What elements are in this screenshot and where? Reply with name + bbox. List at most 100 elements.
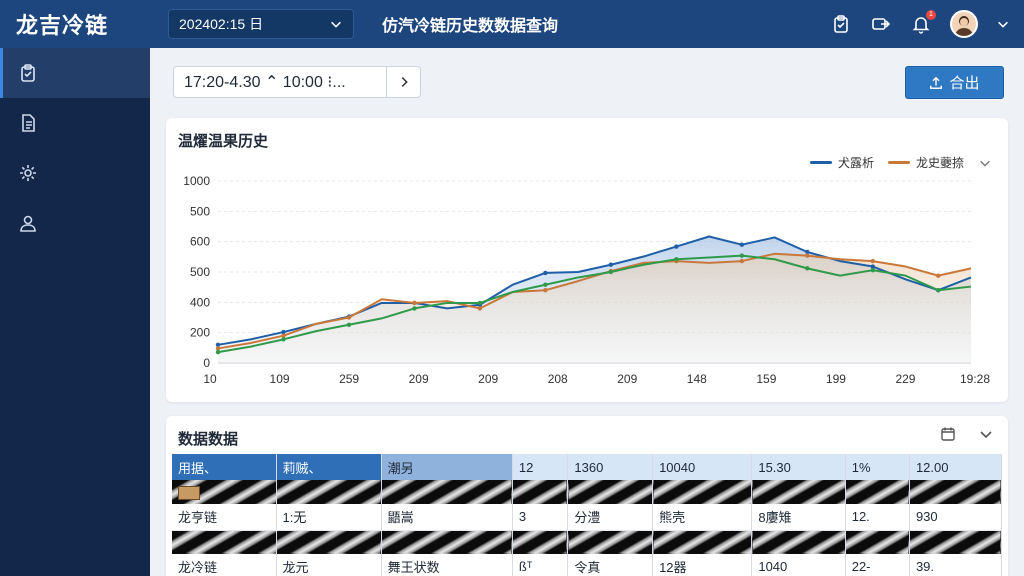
data-point xyxy=(739,242,745,247)
chevron-down-icon xyxy=(331,21,341,28)
table-row[interactable]: 龙冷链 龙元 舞王状数 ßᵀ 令真 12器 1040 22- 39. xyxy=(172,554,1003,576)
y-tick-label: 1000 xyxy=(183,174,210,188)
y-tick-label: 400 xyxy=(190,295,210,309)
table-card: 数据数据 用据、 莉贼、 潮另 12 1360 10040 15.30 1% 1… xyxy=(166,416,1008,576)
data-point xyxy=(805,253,810,258)
y-tick-label: 0 xyxy=(203,356,210,370)
strip-cell xyxy=(276,530,382,554)
strip-cell xyxy=(751,480,846,504)
data-point xyxy=(543,270,548,276)
header-actions: 1 xyxy=(830,0,1010,48)
data-point xyxy=(608,262,614,267)
sidebar-item-settings[interactable] xyxy=(0,148,150,198)
legend-label: 犬露析 xyxy=(837,156,874,170)
sidebar-item-dashboard[interactable] xyxy=(0,48,150,98)
column-header[interactable]: 15.30 xyxy=(751,454,846,480)
export-arrow-icon[interactable] xyxy=(870,13,892,35)
strip-cell xyxy=(276,480,382,504)
chart-title: 温燿温果历史 xyxy=(178,133,269,150)
chevron-down-icon[interactable] xyxy=(978,426,994,442)
column-header[interactable]: 1% xyxy=(845,454,910,480)
column-header[interactable]: 12 xyxy=(512,454,569,480)
export-label: 合出 xyxy=(949,75,980,92)
bell-icon[interactable]: 1 xyxy=(910,10,936,35)
strip-cell xyxy=(172,480,277,504)
calendar-icon[interactable] xyxy=(940,426,956,442)
data-point xyxy=(870,267,875,273)
clipboard-check-icon xyxy=(21,64,35,82)
table-cell: 1040 xyxy=(751,554,846,576)
time-range-text: 17:20-4.30 ⌃ 10:00 ⁝... xyxy=(184,74,346,91)
legend-item-series-2[interactable]: 龙史虁捺 xyxy=(887,154,964,171)
table-cell: 熊壳 xyxy=(652,504,753,531)
table-cell: 8廔雉 xyxy=(751,504,846,531)
table-cell: 龙亨链 xyxy=(172,504,277,531)
strip-cell xyxy=(567,480,654,504)
x-tick-label: 109 xyxy=(270,372,290,386)
time-range-picker[interactable]: 17:20-4.30 ⌃ 10:00 ⁝... xyxy=(173,66,421,98)
x-tick-label: 209 xyxy=(617,372,637,386)
column-header[interactable]: 用据、 xyxy=(172,454,277,480)
upload-icon xyxy=(930,76,943,89)
export-button[interactable]: 合出 xyxy=(905,66,1004,99)
x-tick-label: 159 xyxy=(756,372,776,386)
data-point xyxy=(215,349,221,355)
table-cell: 3 xyxy=(512,504,569,531)
strip-cell xyxy=(172,530,277,554)
sidebar-item-documents[interactable] xyxy=(0,98,150,148)
gear-icon xyxy=(20,165,36,181)
data-point xyxy=(346,315,352,320)
strip-cell xyxy=(381,480,513,504)
strip-cell xyxy=(751,530,846,554)
x-tick-label: 259 xyxy=(339,372,359,386)
column-header[interactable]: 12.00 xyxy=(909,454,1003,480)
data-table: 用据、 莉贼、 潮另 12 1360 10040 15.30 1% 12.00 xyxy=(172,454,1003,576)
data-point xyxy=(739,258,745,264)
image-strip-row xyxy=(172,530,1003,554)
table-cell: 12. xyxy=(845,504,910,531)
strip-cell xyxy=(512,480,569,504)
column-header[interactable]: 1360 xyxy=(567,454,654,480)
table-cell: 930 xyxy=(909,504,1003,531)
data-point xyxy=(674,257,679,262)
clipboard-icon[interactable] xyxy=(830,13,852,35)
date-select[interactable]: 202402:15 日 xyxy=(168,9,354,39)
next-range-button[interactable] xyxy=(386,67,420,97)
avatar[interactable] xyxy=(950,10,978,38)
data-point xyxy=(739,253,745,258)
table-cell: 12器 xyxy=(652,554,753,576)
data-point xyxy=(543,288,548,293)
date-select-value: 202402:15 日 xyxy=(179,16,264,32)
table-cell: 舞王状数 xyxy=(381,554,513,576)
data-point xyxy=(346,322,352,327)
strip-cell xyxy=(652,530,753,554)
table-row[interactable]: 龙亨链 1:无 鼯嵩 3 分澧 熊壳 8廔雉 12. 930 xyxy=(172,504,1003,531)
x-tick-label: 10 xyxy=(203,372,217,386)
x-tick-label: 209 xyxy=(478,372,498,386)
chevron-down-icon[interactable] xyxy=(978,156,992,170)
data-point xyxy=(805,266,810,271)
table-cell: 39. xyxy=(909,554,1003,576)
table-title: 数据数据 xyxy=(178,431,239,448)
data-point xyxy=(477,300,483,306)
legend-item-series-1[interactable]: 犬露析 xyxy=(809,154,874,171)
chevron-down-icon[interactable] xyxy=(996,17,1010,31)
sidebar xyxy=(0,48,150,576)
user-icon xyxy=(20,215,36,232)
chevron-right-icon xyxy=(401,77,408,87)
y-tick-label: 500 xyxy=(190,204,210,218)
data-point xyxy=(543,282,548,287)
data-point xyxy=(608,269,614,275)
strip-cell xyxy=(845,480,910,504)
data-point xyxy=(281,337,286,342)
truck-thumbnail-icon xyxy=(178,485,200,500)
y-tick-label: 500 xyxy=(190,265,210,279)
table-cell: 龙元 xyxy=(276,554,382,576)
column-header[interactable]: 潮另 xyxy=(381,454,513,480)
table-cell: 龙冷链 xyxy=(172,554,277,576)
strip-cell xyxy=(652,480,753,504)
strip-cell xyxy=(567,530,654,554)
sidebar-item-user[interactable] xyxy=(0,198,150,248)
column-header[interactable]: 10040 xyxy=(652,454,753,480)
column-header[interactable]: 莉贼、 xyxy=(276,454,382,480)
